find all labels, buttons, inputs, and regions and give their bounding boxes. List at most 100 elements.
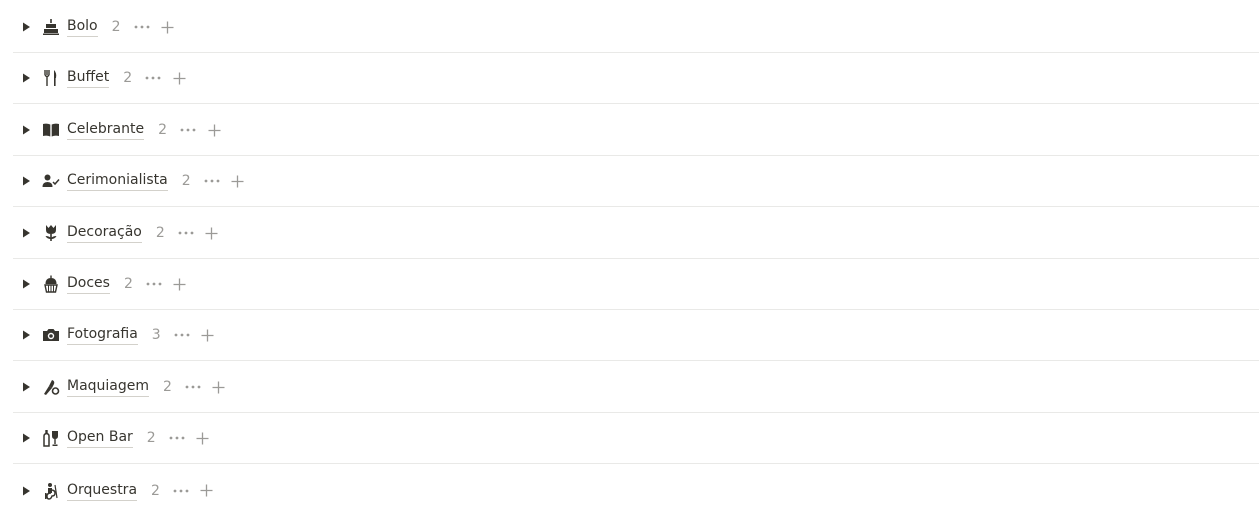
- plus-icon: [212, 381, 225, 393]
- cake-icon: [41, 17, 61, 37]
- ellipsis-icon: [185, 385, 201, 389]
- group-row-fotografia: Fotografia 3: [13, 310, 1259, 361]
- group-row-cerimonialista: Cerimonialista 2: [13, 156, 1259, 207]
- group-count: 2: [155, 225, 165, 241]
- flower-icon: [41, 223, 61, 243]
- add-item-button[interactable]: [229, 171, 247, 191]
- group-count: 2: [163, 379, 172, 395]
- group-row-celebrante: Celebrante 2: [13, 105, 1259, 156]
- group-title[interactable]: Doces: [67, 274, 110, 294]
- expand-toggle[interactable]: [13, 321, 39, 349]
- expand-toggle[interactable]: [13, 424, 39, 452]
- expand-toggle[interactable]: [13, 167, 39, 195]
- more-options-button[interactable]: [173, 325, 191, 345]
- group-count: 2: [151, 482, 160, 499]
- expand-toggle[interactable]: [13, 477, 39, 505]
- add-item-button[interactable]: [210, 377, 228, 397]
- group-row-bolo: Bolo 2: [13, 2, 1259, 53]
- ellipsis-icon: [173, 489, 189, 492]
- more-options-button[interactable]: [179, 120, 197, 140]
- add-item-button[interactable]: [198, 481, 216, 501]
- group-row-decoracao: Decoração 2: [13, 208, 1259, 259]
- add-item-button[interactable]: [203, 223, 221, 243]
- expand-toggle[interactable]: [13, 116, 39, 144]
- triangle-right-icon: [23, 228, 30, 238]
- group-count: 2: [123, 276, 133, 292]
- more-options-button[interactable]: [203, 171, 221, 191]
- plus-icon: [208, 124, 221, 136]
- expand-toggle[interactable]: [13, 13, 39, 41]
- plus-icon: [200, 484, 213, 497]
- group-count: 3: [151, 327, 161, 343]
- open-book-icon: [41, 120, 61, 140]
- group-title[interactable]: Buffet: [67, 68, 110, 88]
- ellipsis-icon: [146, 282, 162, 286]
- group-title[interactable]: Fotografia: [67, 325, 138, 345]
- plus-icon: [201, 329, 214, 341]
- more-options-button[interactable]: [184, 377, 202, 397]
- plus-icon: [161, 21, 174, 33]
- add-item-button[interactable]: [199, 325, 217, 345]
- add-item-button[interactable]: [170, 68, 188, 88]
- plus-icon: [173, 72, 186, 84]
- ellipsis-icon: [145, 76, 161, 80]
- plus-icon: [205, 227, 218, 239]
- triangle-right-icon: [23, 125, 30, 135]
- group-row-maquiagem: Maquiagem 2: [13, 362, 1259, 413]
- triangle-right-icon: [23, 22, 30, 32]
- group-count: 2: [146, 430, 156, 446]
- triangle-right-icon: [23, 382, 30, 392]
- ellipsis-icon: [180, 128, 196, 132]
- more-options-button[interactable]: [145, 274, 163, 294]
- expand-toggle[interactable]: [13, 373, 39, 401]
- group-title[interactable]: Decoração: [67, 223, 142, 243]
- add-item-button[interactable]: [194, 428, 212, 448]
- plus-icon: [196, 432, 209, 444]
- ellipsis-icon: [134, 25, 149, 29]
- group-title[interactable]: Orquestra: [67, 481, 138, 501]
- wine-bottle-glass-icon: [41, 428, 61, 448]
- expand-toggle[interactable]: [13, 219, 39, 247]
- group-title[interactable]: Bolo: [67, 17, 98, 37]
- plus-icon: [231, 175, 244, 187]
- group-title[interactable]: Celebrante: [67, 120, 145, 140]
- expand-toggle[interactable]: [13, 64, 39, 92]
- add-item-button[interactable]: [171, 274, 189, 294]
- more-options-button[interactable]: [133, 17, 151, 37]
- group-title[interactable]: Open Bar: [67, 428, 133, 448]
- plus-icon: [173, 278, 186, 290]
- group-count: 2: [123, 70, 133, 86]
- person-check-icon: [41, 171, 61, 191]
- add-item-button[interactable]: [159, 17, 177, 37]
- group-title[interactable]: Maquiagem: [67, 377, 150, 397]
- triangle-right-icon: [23, 176, 30, 186]
- more-options-button[interactable]: [144, 68, 162, 88]
- ellipsis-icon: [174, 333, 190, 337]
- triangle-right-icon: [23, 486, 30, 495]
- more-options-button[interactable]: [172, 481, 190, 501]
- triangle-right-icon: [23, 279, 30, 289]
- expand-toggle[interactable]: [13, 270, 39, 298]
- group-count: 2: [111, 19, 121, 35]
- more-options-button[interactable]: [168, 428, 186, 448]
- group-row-open-bar: Open Bar 2: [13, 413, 1259, 464]
- fork-knife-icon: [41, 68, 61, 88]
- ellipsis-icon: [178, 231, 194, 235]
- board-group-list: Bolo 2 Buffet 2 Celebrante 2 Cerimoniali…: [0, 0, 1259, 519]
- group-count: 2: [158, 122, 168, 138]
- violin-player-icon: [41, 481, 61, 501]
- group-row-doces: Doces 2: [13, 259, 1259, 310]
- group-row-orquestra: Orquestra 2: [13, 465, 1259, 516]
- add-item-button[interactable]: [205, 120, 223, 140]
- triangle-right-icon: [23, 330, 30, 340]
- ellipsis-icon: [169, 436, 185, 440]
- triangle-right-icon: [23, 73, 30, 83]
- camera-icon: [41, 325, 61, 345]
- more-options-button[interactable]: [177, 223, 195, 243]
- triangle-right-icon: [23, 433, 30, 443]
- makeup-brush-icon: [41, 377, 61, 397]
- group-row-buffet: Buffet 2: [13, 53, 1259, 104]
- group-count: 2: [181, 173, 191, 189]
- cupcake-icon: [41, 274, 61, 294]
- group-title[interactable]: Cerimonialista: [67, 171, 168, 191]
